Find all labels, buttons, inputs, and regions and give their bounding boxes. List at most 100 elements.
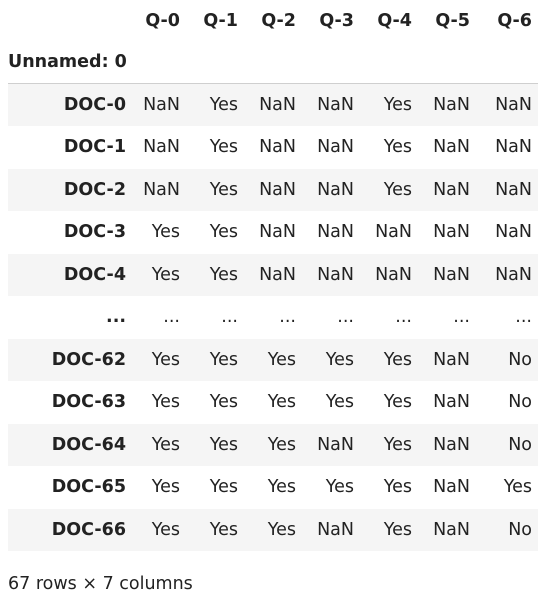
table-cell: No	[508, 349, 532, 370]
table-cell: Yes	[383, 349, 412, 370]
table-cell: NaN	[143, 95, 180, 115]
column-header-q1: Q-1	[203, 10, 238, 31]
table-row: DOC-63 Yes Yes Yes Yes Yes NaN No	[8, 381, 538, 424]
table-cell: No	[508, 434, 532, 455]
table-cell: ...	[279, 307, 296, 328]
table-cell: Yes	[209, 179, 238, 200]
row-index-label: DOC-62	[51, 349, 126, 370]
table-cell: NaN	[259, 222, 296, 243]
table-cell: Yes	[383, 477, 412, 498]
table-cell: NaN	[495, 179, 532, 200]
table-cell: NaN	[317, 264, 354, 285]
table-cell: Yes	[383, 434, 412, 455]
column-header-q0: Q-0	[145, 10, 180, 31]
table-cell: Yes	[209, 264, 238, 285]
table-cell: ...	[453, 307, 470, 328]
table-cell: NaN	[433, 434, 470, 455]
table-cell: NaN	[495, 264, 532, 285]
column-header-q5: Q-5	[435, 10, 470, 31]
table-cell: NaN	[433, 392, 470, 413]
row-index-label: DOC-64	[51, 434, 126, 455]
row-index-label: DOC-66	[51, 519, 126, 540]
table-cell: Yes	[151, 434, 180, 455]
table-cell: Yes	[209, 349, 238, 370]
table-cell: NaN	[433, 349, 470, 370]
table-cell: NaN	[143, 137, 180, 158]
table-header: Q-0 Q-1 Q-2 Q-3 Q-4 Q-5 Q-6 Unnamed: 0	[8, 0, 538, 84]
table-cell: Yes	[267, 477, 296, 498]
table-cell: Yes	[151, 477, 180, 498]
column-header-q3: Q-3	[319, 10, 354, 31]
table-cell: NaN	[495, 222, 532, 243]
table-cell: NaN	[433, 264, 470, 285]
table-cell: Yes	[151, 519, 180, 540]
table-cell: Yes	[267, 349, 296, 370]
table-cell: NaN	[495, 95, 532, 115]
row-index-label: ...	[106, 307, 126, 328]
row-index-label: DOC-2	[63, 179, 126, 200]
table-cell: NaN	[317, 95, 354, 115]
table-row: DOC-64 Yes Yes Yes NaN Yes NaN No	[8, 423, 538, 466]
table-cell: ...	[395, 307, 412, 328]
index-name-header: Unnamed: 0	[8, 41, 132, 84]
table-cell: Yes	[383, 95, 412, 115]
table-cell: ...	[337, 307, 354, 328]
table-cell: NaN	[375, 222, 412, 243]
table-cell: NaN	[317, 222, 354, 243]
table-cell: Yes	[151, 392, 180, 413]
table-cell: Yes	[267, 519, 296, 540]
row-index-label: DOC-4	[63, 264, 126, 285]
table-cell: NaN	[433, 222, 470, 243]
dataframe-output: Q-0 Q-1 Q-2 Q-3 Q-4 Q-5 Q-6 Unnamed: 0 D…	[8, 0, 538, 551]
column-header-row: Q-0 Q-1 Q-2 Q-3 Q-4 Q-5 Q-6	[8, 0, 538, 41]
table-cell: Yes	[151, 264, 180, 285]
table-cell: NaN	[317, 179, 354, 200]
table-row: DOC-66 Yes Yes Yes NaN Yes NaN No	[8, 508, 538, 551]
table-cell: ...	[163, 307, 180, 328]
table-cell: NaN	[317, 519, 354, 540]
table-cell: NaN	[433, 137, 470, 158]
table-cell: Yes	[383, 137, 412, 158]
table-cell: Yes	[325, 477, 354, 498]
table-cell: Yes	[209, 95, 238, 115]
table-shape-footer: 67 rows × 7 columns	[8, 574, 193, 594]
table-row: DOC-3 Yes Yes NaN NaN NaN NaN NaN	[8, 211, 538, 254]
index-name-row: Unnamed: 0	[8, 41, 538, 84]
table-cell: No	[508, 519, 532, 540]
table-row: DOC-4 Yes Yes NaN NaN NaN NaN NaN	[8, 253, 538, 296]
table-row: DOC-1 NaN Yes NaN NaN Yes NaN NaN	[8, 126, 538, 169]
row-index-label: DOC-1	[63, 137, 126, 158]
table-row: DOC-2 NaN Yes NaN NaN Yes NaN NaN	[8, 168, 538, 211]
row-index-label: DOC-63	[51, 392, 126, 413]
table-cell: Yes	[267, 434, 296, 455]
table-cell: NaN	[259, 137, 296, 158]
row-index-label: DOC-65	[51, 477, 126, 498]
table-cell: Yes	[503, 477, 532, 498]
table-cell: NaN	[317, 137, 354, 158]
table-cell: Yes	[267, 392, 296, 413]
table-cell: NaN	[375, 264, 412, 285]
table-cell: Yes	[151, 349, 180, 370]
dataframe-table: Q-0 Q-1 Q-2 Q-3 Q-4 Q-5 Q-6 Unnamed: 0 D…	[8, 0, 538, 551]
table-cell: NaN	[259, 264, 296, 285]
table-row: ........................	[8, 296, 538, 339]
table-cell: ...	[515, 307, 532, 328]
table-cell: No	[508, 392, 532, 413]
table-cell: ...	[221, 307, 238, 328]
table-cell: Yes	[209, 477, 238, 498]
table-cell: Yes	[209, 519, 238, 540]
column-header-q4: Q-4	[377, 10, 412, 31]
table-row: DOC-62 Yes Yes Yes Yes Yes NaN No	[8, 338, 538, 381]
table-cell: Yes	[325, 349, 354, 370]
column-header-q6: Q-6	[497, 10, 532, 31]
table-cell: Yes	[209, 392, 238, 413]
table-cell: Yes	[383, 392, 412, 413]
table-cell: Yes	[383, 519, 412, 540]
table-body: DOC-0 NaN Yes NaN NaN Yes NaN NaN DOC-1 NaN Yes NaN…	[8, 83, 538, 551]
row-index-label: DOC-0	[63, 95, 126, 115]
table-cell: NaN	[143, 179, 180, 200]
table-cell: NaN	[259, 95, 296, 115]
table-cell: NaN	[433, 477, 470, 498]
table-cell: NaN	[433, 179, 470, 200]
table-cell: Yes	[325, 392, 354, 413]
